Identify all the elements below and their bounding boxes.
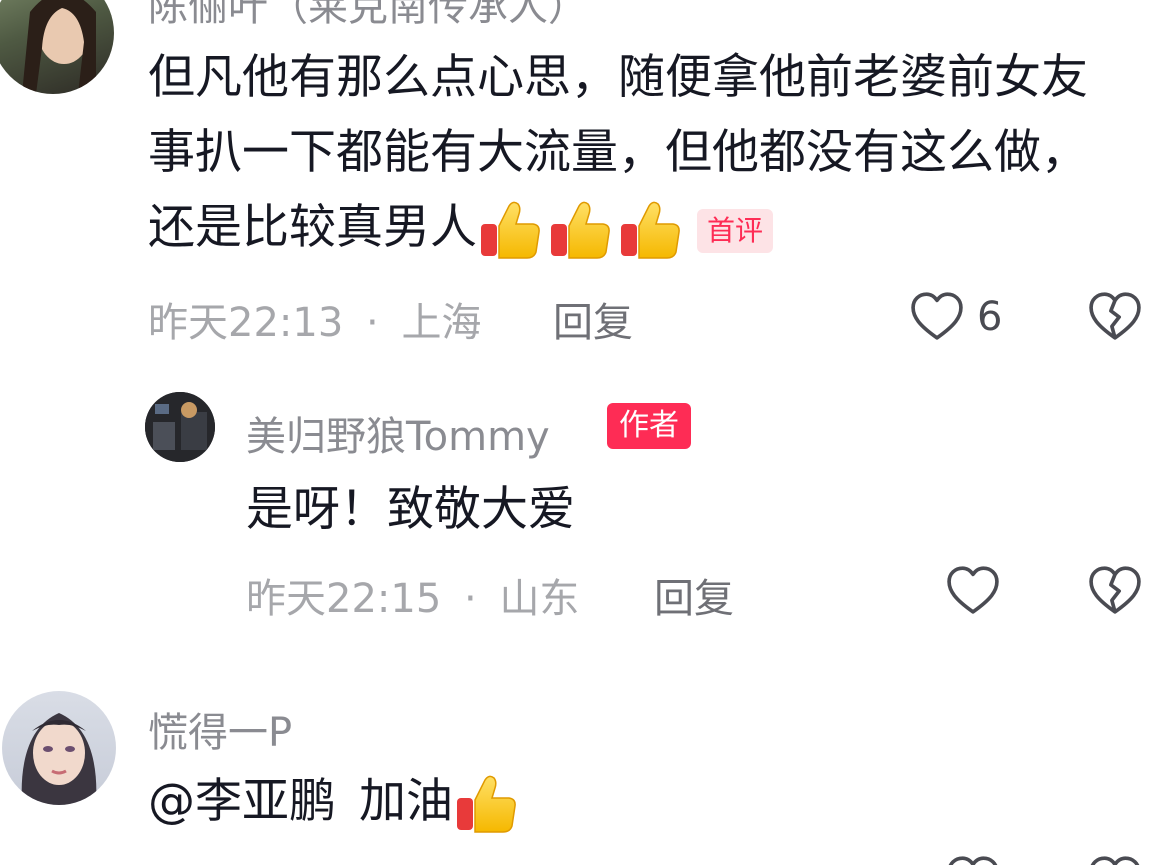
comment-text: @李亚鹏 加油 (148, 764, 523, 839)
like-count: 6 (977, 294, 1003, 340)
broken-heart-icon (1089, 566, 1141, 614)
heart-outline-icon (947, 856, 999, 865)
heart-outline-icon (911, 292, 963, 340)
avatar[interactable] (2, 691, 116, 805)
comment-body: 加油 (358, 774, 453, 829)
dislike-button[interactable] (1089, 856, 1141, 865)
first-comment-badge: 首评 (697, 208, 774, 253)
like-button[interactable] (911, 292, 963, 344)
comment-username[interactable]: 陈俪叶（莱克南传承人） (148, 0, 588, 32)
avatar[interactable] (145, 392, 215, 462)
separator-dot: · (366, 300, 379, 346)
reply-meta: 昨天22:15 · 山东 (246, 566, 579, 624)
thumbs-up-emoji (453, 774, 523, 833)
reply-time: 昨天22:15 (246, 576, 442, 622)
comment-meta: 昨天22:13 · 上海 (148, 290, 481, 348)
broken-heart-icon (1089, 292, 1141, 340)
like-button[interactable] (947, 566, 999, 618)
comment-text: 但凡他有那么点心思，随便拿他前老婆前女友事扒一下都能有大流量，但他都没有这么做，… (148, 40, 1123, 265)
reply-username[interactable]: 美归野狼Tommy (246, 404, 550, 462)
reply-location: 山东 (499, 576, 580, 622)
comment-username[interactable]: 慌得一P (148, 700, 292, 758)
broken-heart-icon (1089, 856, 1141, 865)
like-button[interactable] (947, 856, 999, 865)
comment-location: 上海 (401, 300, 482, 346)
avatar[interactable] (0, 0, 114, 94)
mention-link[interactable]: @李亚鹏 (148, 774, 336, 829)
comment-time: 昨天22:13 (148, 300, 344, 346)
thumbs-up-emoji (477, 200, 687, 259)
dislike-button[interactable] (1089, 292, 1141, 344)
heart-outline-icon (947, 566, 999, 614)
author-badge: 作者 (607, 403, 691, 449)
dislike-button[interactable] (1089, 566, 1141, 618)
separator-dot: · (464, 576, 477, 622)
reply-button[interactable]: 回复 (553, 290, 633, 348)
reply-text: 是呀！致敬大爱 (246, 482, 575, 537)
reply-button[interactable]: 回复 (654, 566, 734, 624)
